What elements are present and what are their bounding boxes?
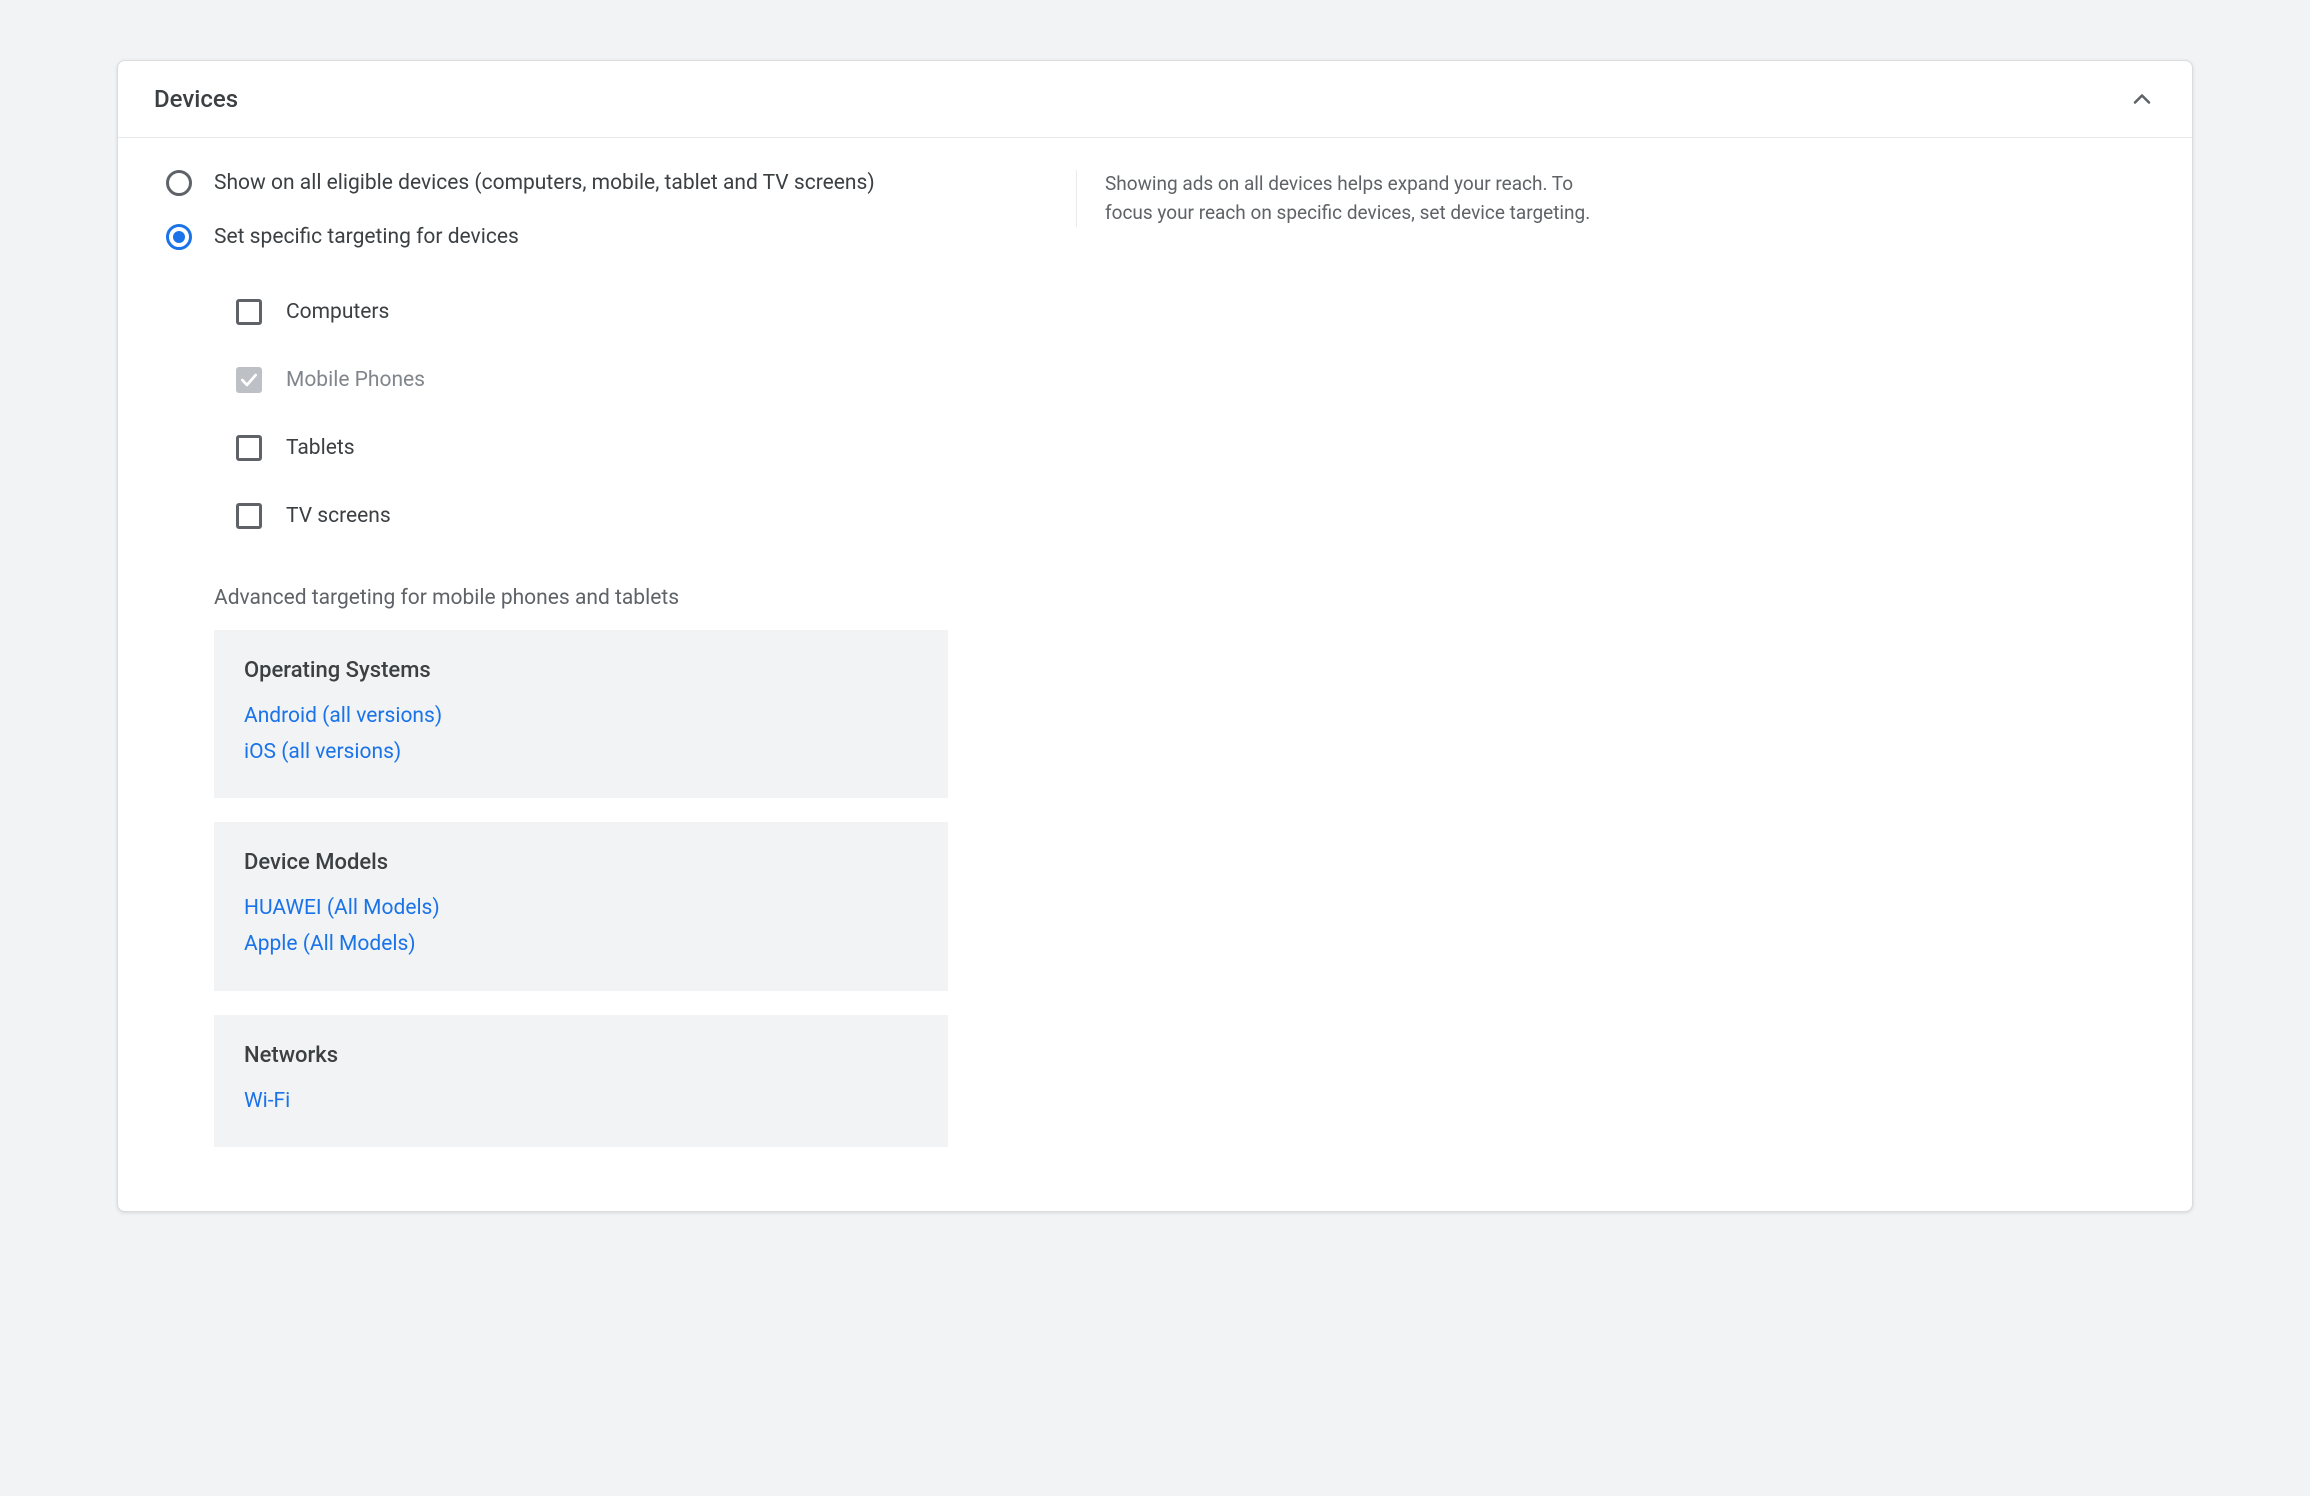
checkbox-checked-disabled-icon: [236, 367, 262, 393]
checkbox-tablets[interactable]: Tablets: [236, 414, 1046, 482]
radio-specific-targeting[interactable]: Set specific targeting for devices: [166, 224, 1046, 250]
checkbox-tv-screens[interactable]: TV screens: [236, 482, 1046, 550]
radio-icon-selected: [166, 224, 192, 250]
card-body: Show on all eligible devices (computers,…: [118, 138, 2192, 1211]
model-link-apple[interactable]: Apple (All Models): [244, 927, 918, 963]
checkbox-mobile-phones-label: Mobile Phones: [286, 368, 425, 392]
checkbox-computers[interactable]: Computers: [236, 278, 1046, 346]
card-header: Devices: [118, 61, 2192, 138]
checkbox-mobile-phones: Mobile Phones: [236, 346, 1046, 414]
device-checkbox-list: Computers Mobile Phones Tablets TV scree…: [166, 278, 1046, 550]
radio-all-devices-label: Show on all eligible devices (computers,…: [214, 171, 875, 195]
device-models-title: Device Models: [244, 850, 918, 875]
radio-icon: [166, 170, 192, 196]
checkbox-tablets-label: Tablets: [286, 436, 355, 460]
networks-card: Networks Wi-Fi: [214, 1015, 948, 1148]
advanced-targeting-label: Advanced targeting for mobile phones and…: [214, 586, 1046, 610]
operating-systems-title: Operating Systems: [244, 658, 918, 683]
network-link-wifi[interactable]: Wi-Fi: [244, 1084, 918, 1120]
main-column: Show on all eligible devices (computers,…: [166, 170, 1046, 1171]
checkbox-icon: [236, 503, 262, 529]
operating-systems-card: Operating Systems Android (all versions)…: [214, 630, 948, 798]
checkbox-computers-label: Computers: [286, 300, 389, 324]
radio-specific-targeting-label: Set specific targeting for devices: [214, 225, 519, 249]
device-models-card: Device Models HUAWEI (All Models) Apple …: [214, 822, 948, 990]
card-title: Devices: [154, 85, 238, 113]
networks-title: Networks: [244, 1043, 918, 1068]
os-link-android[interactable]: Android (all versions): [244, 699, 918, 735]
radio-all-devices[interactable]: Show on all eligible devices (computers,…: [166, 170, 1046, 196]
os-link-ios[interactable]: iOS (all versions): [244, 735, 918, 771]
checkbox-tv-screens-label: TV screens: [286, 504, 391, 528]
help-sidebar: Showing ads on all devices helps expand …: [1076, 170, 1596, 227]
model-link-huawei[interactable]: HUAWEI (All Models): [244, 891, 918, 927]
help-text: Showing ads on all devices helps expand …: [1105, 170, 1596, 227]
devices-card: Devices Show on all eligible devices (co…: [117, 60, 2193, 1212]
collapse-icon[interactable]: [2128, 85, 2156, 113]
checkbox-icon: [236, 299, 262, 325]
checkbox-icon: [236, 435, 262, 461]
